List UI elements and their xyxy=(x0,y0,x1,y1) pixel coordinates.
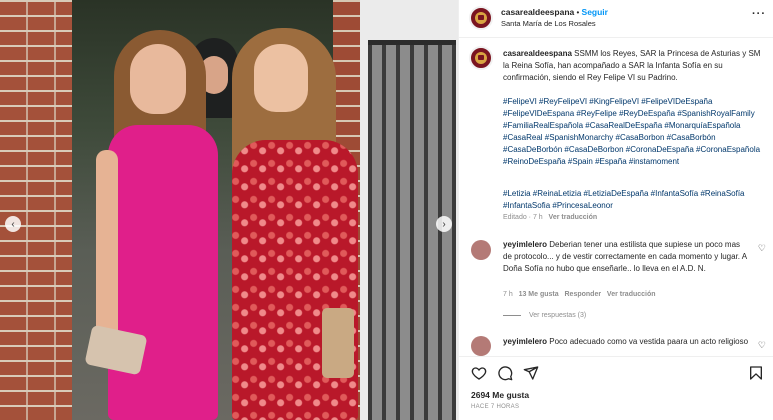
caption-edited: Editado · 7 h xyxy=(503,214,543,221)
commenter-avatar[interactable] xyxy=(471,336,491,356)
view-replies-button[interactable]: Ver respuestas (3) xyxy=(503,312,586,319)
comment-time: 7 h xyxy=(503,291,513,298)
header-user-line: casarealdeespana • Seguir xyxy=(501,7,608,17)
separator-dot: • xyxy=(576,8,580,17)
location-link[interactable]: Santa María de Los Rosales xyxy=(501,19,596,28)
caption: casarealdeespana SSMM los Reyes, SAR la … xyxy=(503,48,765,84)
view-replies-label: Ver respuestas (3) xyxy=(529,312,587,319)
post-timestamp: HACE 7 HORAS xyxy=(471,404,520,410)
caption-translate-link[interactable]: Ver traducción xyxy=(549,214,598,221)
caption-meta: Editado · 7 h Ver traducción xyxy=(503,214,597,221)
comment: yeyimlelero Deberian tener una estilista… xyxy=(503,239,751,275)
caption-avatar[interactable] xyxy=(469,46,493,70)
header-username[interactable]: casarealdeespana xyxy=(501,7,574,17)
comment-username[interactable]: yeyimlelero xyxy=(503,240,547,249)
likes-count[interactable]: 2694 Me gusta xyxy=(471,390,529,400)
comment-meta: 7 h 13 Me gusta Responder Ver traducción xyxy=(503,291,656,298)
person-pink-jumpsuit xyxy=(84,30,244,420)
comments-scroll-area[interactable]: casarealdeespana SSMM los Reyes, SAR la … xyxy=(459,38,773,356)
comment: yeyimlelero Poco adecuado como va vestid… xyxy=(503,336,751,348)
comment-reply-button[interactable]: Responder xyxy=(565,291,602,298)
caption-hashtags-2[interactable]: #Letizia #ReinaLetizia #LetiziaDeEspaña … xyxy=(503,188,765,212)
comment-username[interactable]: yeyimlelero xyxy=(503,337,547,346)
share-icon[interactable] xyxy=(523,365,539,381)
comment-text: Poco adecuado como va vestida paara un a… xyxy=(547,337,749,346)
follow-button[interactable]: Seguir xyxy=(582,7,608,17)
comment-translate-link[interactable]: Ver traducción xyxy=(607,291,656,298)
caption-username[interactable]: casarealdeespana xyxy=(503,49,572,58)
chevron-left-icon[interactable]: ‹ xyxy=(5,216,21,232)
comment-icon[interactable] xyxy=(497,365,513,381)
bookmark-icon[interactable] xyxy=(748,365,764,381)
comment-like-heart-icon[interactable]: ♡ xyxy=(758,243,766,254)
comment-like-heart-icon[interactable]: ♡ xyxy=(758,340,766,351)
royal-crest-icon xyxy=(475,12,487,24)
more-options-icon[interactable]: ··· xyxy=(752,8,766,20)
post-actions-bar: 2694 Me gusta HACE 7 HORAS xyxy=(459,356,773,420)
post-header: casarealdeespana • Seguir Santa María de… xyxy=(459,0,773,38)
royal-crest-icon xyxy=(475,52,487,64)
chevron-right-icon[interactable]: › xyxy=(436,216,452,232)
caption-hashtags[interactable]: #FelipeVI #ReyFelipeVI #KingFelipeVI #Fe… xyxy=(503,96,765,168)
post-photo[interactable]: ‹ › xyxy=(0,0,458,420)
comment-likes[interactable]: 13 Me gusta xyxy=(519,291,559,298)
post-side-panel: casarealdeespana • Seguir Santa María de… xyxy=(458,0,773,420)
instagram-post-view: ‹ › casarealdeespana • Seguir Santa Marí… xyxy=(0,0,773,420)
clutch-bag xyxy=(322,308,354,378)
commenter-avatar[interactable] xyxy=(471,240,491,260)
heart-icon[interactable] xyxy=(471,365,487,381)
brick-wall-left xyxy=(0,0,72,420)
avatar[interactable] xyxy=(469,6,493,30)
